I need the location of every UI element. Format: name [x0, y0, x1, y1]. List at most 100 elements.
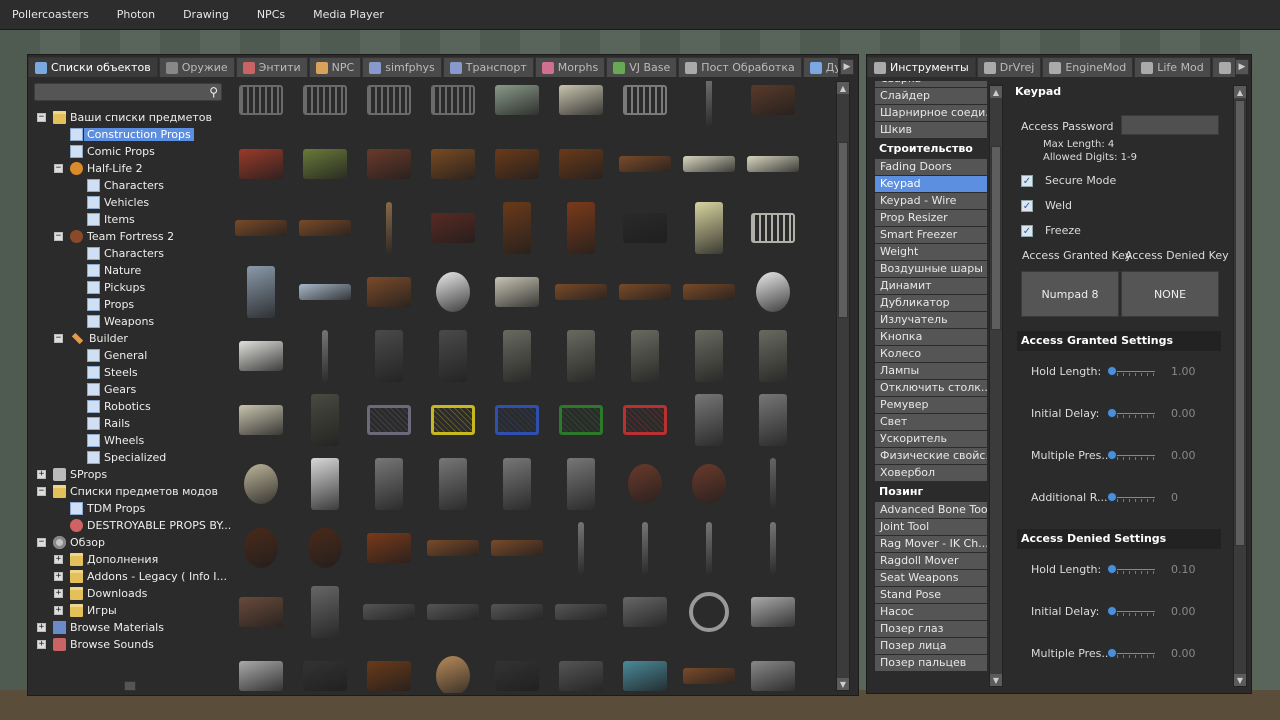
prop-statue[interactable]	[678, 389, 740, 451]
prop-cage[interactable]	[550, 389, 612, 451]
prop-pole[interactable]	[678, 517, 740, 579]
tree-node[interactable]: TDM Props	[70, 500, 145, 517]
prop-bathtub[interactable]	[550, 81, 612, 131]
prop-lampshade[interactable]	[230, 453, 292, 515]
tree-node[interactable]: SProps	[53, 466, 107, 483]
prop-fence[interactable]	[230, 81, 292, 131]
tree-node[interactable]: Дополнения	[70, 551, 158, 568]
prop-plank[interactable]	[486, 517, 548, 579]
left-tab-1[interactable]: Оружие	[158, 57, 235, 77]
tree-node[interactable]: General	[87, 347, 147, 364]
tree-node[interactable]: Pickups	[87, 279, 145, 296]
control-panel-scrollbar[interactable]: ▲ ▼	[1233, 85, 1247, 687]
tree-expander[interactable]: −	[37, 538, 46, 547]
tool-scroll-up-button[interactable]: ▲	[990, 86, 1002, 98]
right-tab-0[interactable]: Инструменты	[867, 57, 976, 77]
menu-item-0[interactable]: Pollercoasters	[12, 8, 89, 21]
prop-gravestone[interactable]	[614, 325, 676, 387]
prop-bed[interactable]	[614, 81, 676, 131]
tree-node[interactable]: Rails	[87, 415, 130, 432]
prop-stick[interactable]	[358, 197, 420, 259]
value-slider[interactable]	[1107, 648, 1155, 658]
prop-plank[interactable]	[614, 133, 676, 195]
slider-knob[interactable]	[1107, 492, 1117, 502]
tool-item[interactable]: Fading Doors	[875, 159, 987, 176]
tree-node[interactable]: Browse Materials	[53, 619, 164, 636]
search-input[interactable]: ⚲	[34, 83, 222, 101]
tree-node[interactable]: Characters	[87, 177, 164, 194]
tool-item[interactable]: Шарнирное соеди...	[875, 105, 987, 122]
prop-cross[interactable]	[294, 389, 356, 451]
prop-barrel[interactable]	[614, 453, 676, 515]
prop-locker[interactable]	[486, 197, 548, 259]
tool-item[interactable]: Дубликатор	[875, 295, 987, 312]
prop-bridge[interactable]	[358, 581, 420, 643]
prop-wardrobe[interactable]	[550, 197, 612, 259]
secure-mode-checkbox[interactable]: ✓	[1021, 175, 1033, 187]
tree-expander[interactable]: +	[54, 555, 63, 564]
left-tab-3[interactable]: NPC	[308, 57, 362, 77]
prop-mattress[interactable]	[678, 133, 740, 195]
prop-dumpster[interactable]	[486, 645, 548, 693]
menu-item-2[interactable]: Drawing	[183, 8, 229, 21]
right-tab-2[interactable]: EngineMod	[1042, 57, 1134, 77]
tree-node[interactable]: Списки предметов модов	[53, 483, 218, 500]
prop-desk[interactable]	[422, 197, 484, 259]
value-slider[interactable]	[1107, 408, 1155, 418]
left-tab-6[interactable]: Morphs	[534, 57, 606, 77]
tool-item[interactable]: Кнопка	[875, 329, 987, 346]
prop-spool[interactable]	[230, 517, 292, 579]
prop-table[interactable]	[550, 261, 612, 323]
left-tab-0[interactable]: Списки объектов	[28, 57, 158, 77]
right-tab-3[interactable]: Life Mod	[1134, 57, 1211, 77]
tree-node[interactable]: Items	[87, 211, 135, 228]
tool-item[interactable]: Seat Weapons	[875, 570, 987, 587]
prop-armchair[interactable]	[294, 133, 356, 195]
tree-node[interactable]: Robotics	[87, 398, 151, 415]
freeze-checkbox[interactable]: ✓	[1021, 225, 1033, 237]
prop-gravestone[interactable]	[486, 325, 548, 387]
slider-knob[interactable]	[1107, 450, 1117, 460]
tree-expander[interactable]: −	[54, 164, 63, 173]
tool-item[interactable]: Излучатель	[875, 312, 987, 329]
tree-expander[interactable]: +	[37, 623, 46, 632]
right-tab-4[interactable]: Options	[1211, 57, 1235, 77]
left-tab-9[interactable]: Дупликации	[802, 57, 838, 77]
prop-table[interactable]	[678, 261, 740, 323]
prop-ladder[interactable]	[358, 453, 420, 515]
prop-barrel[interactable]	[678, 453, 740, 515]
scroll-down-button[interactable]: ▼	[837, 678, 849, 690]
tree-node[interactable]: Specialized	[87, 449, 166, 466]
prop-table[interactable]	[614, 261, 676, 323]
weld-checkbox[interactable]: ✓	[1021, 200, 1033, 212]
prop-cart[interactable]	[550, 645, 612, 693]
right-tab-1[interactable]: DrVrej	[976, 57, 1042, 77]
prop-fence[interactable]	[294, 81, 356, 131]
tree-node[interactable]: Team Fortress 2	[70, 228, 174, 245]
tree-node[interactable]: Builder	[70, 330, 128, 347]
prop-lockers[interactable]	[294, 453, 356, 515]
prop-toilet[interactable]	[742, 261, 804, 323]
prop-pole[interactable]	[550, 517, 612, 579]
left-tab-8[interactable]: Пост Обработка	[678, 57, 802, 77]
prop-rack[interactable]	[358, 261, 420, 323]
slider-knob[interactable]	[1107, 408, 1117, 418]
prop-pole[interactable]	[294, 325, 356, 387]
prop-table[interactable]	[230, 197, 292, 259]
tool-item[interactable]: Позер лица	[875, 638, 987, 655]
tool-item[interactable]: Насос	[875, 604, 987, 621]
value-slider[interactable]	[1107, 606, 1155, 616]
prop-mattress[interactable]	[742, 133, 804, 195]
prop-cage[interactable]	[614, 389, 676, 451]
slider-knob[interactable]	[1107, 564, 1117, 574]
tree-expander[interactable]: −	[54, 232, 63, 241]
prop-pole[interactable]	[678, 81, 740, 131]
left-tab-2[interactable]: Энтити	[235, 57, 308, 77]
tool-item[interactable]: Ragdoll Mover	[875, 553, 987, 570]
tool-scroll-thumb[interactable]	[991, 146, 1001, 330]
prop-fence[interactable]	[358, 81, 420, 131]
tree-node[interactable]: Half-Life 2	[70, 160, 143, 177]
prop-chair[interactable]	[742, 81, 804, 131]
scroll-up-button[interactable]: ▲	[837, 82, 849, 94]
tool-scroll-down-button[interactable]: ▼	[990, 674, 1002, 686]
